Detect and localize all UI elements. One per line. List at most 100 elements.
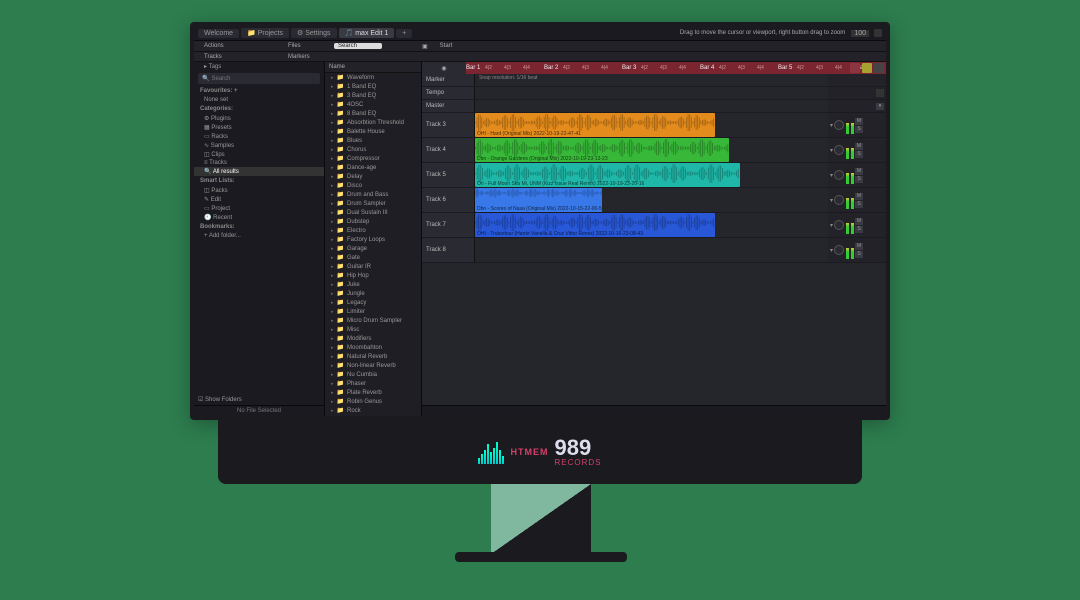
browser-item[interactable]: 📁Compressor [325,154,421,163]
solo-button[interactable]: S [855,201,863,208]
cat-tracks[interactable]: ≡ Tracks [194,159,324,167]
browser-item[interactable]: 📁Juke [325,280,421,289]
tab-add[interactable]: + [396,29,412,38]
track-lane[interactable]: Dbn - Orange Gardens (Original Mix) 2022… [475,138,828,162]
solo-button[interactable]: S [855,251,863,258]
mute-button[interactable]: M [855,143,863,150]
transport-controls[interactable]: ▣ Start [412,43,472,50]
track-expand[interactable]: ▾ [830,197,833,204]
browser-item[interactable]: 📁Disco [325,181,421,190]
tab-welcome[interactable]: Welcome [198,29,239,38]
track-expand[interactable]: ▾ [830,222,833,229]
empty-arrangement[interactable] [422,263,886,405]
mute-button[interactable]: M [855,218,863,225]
cat-clips[interactable]: ◫ Clips [194,150,324,159]
browser-item[interactable]: 📁3 Band EQ [325,91,421,100]
smart-recent[interactable]: 🕘 Recent [194,213,324,222]
master-expand[interactable]: ▾ [876,103,884,110]
tempo-button[interactable] [876,89,884,97]
browser-item[interactable]: 📁Drum and Bass [325,190,421,199]
browser-item[interactable]: 📁Gate [325,253,421,262]
track-lane[interactable]: Ori - Full Moon Ska Mi, UNM (Kizz Issue … [475,163,828,187]
audio-clip[interactable]: Ori - Full Moon Ska Mi, UNM (Kizz Issue … [475,163,740,187]
browser-item[interactable]: 📁Delay [325,172,421,181]
zoom-value[interactable]: 100 [851,30,869,37]
solo-button[interactable]: S [855,151,863,158]
audio-clip[interactable]: OHI - Trubodour (Harrie Vanella & Cruz V… [475,213,715,237]
browser-item[interactable]: 📁Dubstep [325,217,421,226]
browser-item[interactable]: 📁Phaser [325,379,421,388]
browser-item[interactable]: 📁Electro [325,226,421,235]
pan-knob[interactable] [834,220,844,230]
timeline-ruler[interactable]: ◉ Bar 14|24|34|4Bar 24|24|34|4Bar 34|24|… [422,62,886,74]
pan-knob[interactable] [834,145,844,155]
browser-item[interactable]: 📁Chorus [325,145,421,154]
cat-samples[interactable]: ∿ Samples [194,141,324,150]
track-lane[interactable] [475,238,828,262]
mute-button[interactable]: M [855,168,863,175]
track-lane[interactable]: Dbn - Scores of Nasa (Original Mix) 2022… [475,188,828,212]
browser-item[interactable]: 📁1 Band EQ [325,82,421,91]
cat-all-results[interactable]: 🔍 All results [194,167,324,176]
actions-menu[interactable]: Actions [194,43,278,49]
smart-project[interactable]: ▭ Project [194,204,324,213]
track-label[interactable]: Track 3 [422,113,475,137]
browser-item[interactable]: 📁Dance-age [325,163,421,172]
solo-button[interactable]: S [855,126,863,133]
browser-item[interactable]: 📁Hip Hop [325,271,421,280]
track-expand[interactable]: ▾ [830,147,833,154]
browser-item[interactable]: 📁Micro Drum Sampler [325,316,421,325]
browser-item[interactable]: 📁Limiter [325,307,421,316]
tags-toggle[interactable]: ▸ Tags [194,62,324,71]
browser-item[interactable]: 📁Blues [325,136,421,145]
audio-clip[interactable]: OHI - Hard (Original Mix) 2022-10-19-22-… [475,113,715,137]
add-folder[interactable]: + Add folder... [194,232,324,240]
smart-edit[interactable]: ✎ Edit [194,195,324,204]
search-box[interactable]: Search [334,43,382,49]
browser-item[interactable]: 📁Jungle [325,289,421,298]
browser-item[interactable]: 📁Plate Reverb [325,388,421,397]
cat-presets[interactable]: ▦ Presets [194,123,324,132]
browser-item[interactable]: 📁Modifiers [325,334,421,343]
add-favourite[interactable]: + [234,88,238,94]
sidebar-search[interactable]: 🔍Search [198,73,320,84]
mute-button[interactable]: M [855,193,863,200]
browser-item[interactable]: 📁Drum Sampler [325,199,421,208]
browser-item[interactable]: 📁8 Band EQ [325,109,421,118]
cat-racks[interactable]: ▭ Racks [194,132,324,141]
pan-knob[interactable] [834,245,844,255]
track-expand[interactable]: ▾ [830,172,833,179]
ruler-button-3[interactable] [874,63,884,73]
audio-clip[interactable]: Dbn - Scores of Nasa (Original Mix) 2022… [475,188,602,212]
window-button[interactable] [874,29,882,37]
pan-knob[interactable] [834,195,844,205]
track-label[interactable]: Track 4 [422,138,475,162]
cat-plugins[interactable]: ⚙ Plugins [194,114,324,123]
browser-header[interactable]: Name [325,62,421,73]
browser-item[interactable]: 📁Balette House [325,127,421,136]
track-label[interactable]: Track 8 [422,238,475,262]
track-label[interactable]: Track 7 [422,213,475,237]
browser-item[interactable]: 📁Legacy [325,298,421,307]
tab-projects[interactable]: 📁 Projects [241,28,289,38]
solo-button[interactable]: S [855,226,863,233]
browser-item[interactable]: 📁Moombahton [325,343,421,352]
tab-edit-active[interactable]: 🎵 max Edit 1 [339,28,395,38]
audio-clip[interactable]: Dbn - Orange Gardens (Original Mix) 2022… [475,138,729,162]
ruler-ticks[interactable]: Bar 14|24|34|4Bar 24|24|34|4Bar 34|24|34… [466,62,886,74]
tab-settings[interactable]: ⚙ Settings [291,28,337,38]
track-lane[interactable]: OHI - Hard (Original Mix) 2022-10-19-22-… [475,113,828,137]
browser-item[interactable]: 📁Natural Reverb [325,352,421,361]
files-menu[interactable]: Files [278,43,334,49]
mute-button[interactable]: M [855,118,863,125]
browser-item[interactable]: 📁Garage [325,244,421,253]
browser-item[interactable]: 📁Waveform [325,73,421,82]
pan-knob[interactable] [834,120,844,130]
track-label[interactable]: Track 6 [422,188,475,212]
browser-item[interactable]: 📁Misc [325,325,421,334]
browser-item[interactable]: 📁Rock [325,406,421,415]
browser-item[interactable]: 📁Guitar IR [325,262,421,271]
ruler-button-1[interactable] [850,63,860,73]
mute-button[interactable]: M [855,243,863,250]
browser-item[interactable]: 📁Nu Cumbia [325,370,421,379]
